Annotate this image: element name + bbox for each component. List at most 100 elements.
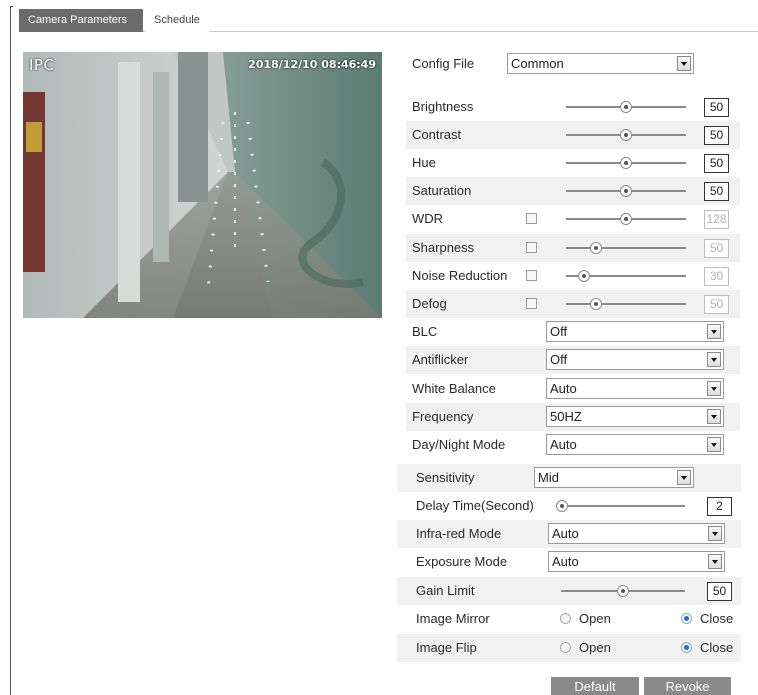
image-flip-label: Image Flip (416, 640, 477, 655)
day-night-mode-value: Auto (550, 437, 577, 453)
chevron-down-icon (707, 408, 721, 424)
defog-row: Defog 50 (406, 289, 740, 318)
defog-checkbox[interactable] (526, 297, 537, 309)
radio-icon (681, 613, 692, 624)
tab-camera-parameters[interactable]: Camera Parameters (19, 9, 143, 32)
brightness-slider[interactable] (566, 101, 686, 113)
delay-time-label: Delay Time(Second) (416, 498, 534, 513)
antiflicker-label: Antiflicker (412, 352, 469, 368)
image-flip-row: Image Flip Open Close (397, 634, 741, 662)
hue-row: Hue 50 (406, 149, 740, 177)
wdr-slider[interactable] (566, 213, 686, 226)
config-file-row: Config File Common (406, 50, 740, 78)
white-balance-value: Auto (550, 380, 577, 396)
config-file-label: Config File (412, 56, 475, 71)
contrast-row: Contrast 50 (406, 121, 740, 150)
infrared-mode-select[interactable]: Auto (548, 523, 725, 544)
brightness-slider-handle[interactable] (620, 101, 632, 113)
gain-limit-label: Gain Limit (416, 583, 475, 598)
hue-value[interactable]: 50 (704, 154, 729, 174)
contrast-slider-handle[interactable] (620, 129, 632, 142)
delay-time-slider-handle[interactable] (556, 500, 568, 512)
delay-time-row: Delay Time(Second) 2 (397, 492, 741, 520)
saturation-row: Saturation 50 (406, 177, 740, 206)
default-button[interactable]: Default (551, 677, 639, 695)
gain-limit-slider-handle[interactable] (617, 585, 629, 597)
defog-slider-handle[interactable] (590, 297, 602, 310)
sharpness-value[interactable]: 50 (704, 238, 729, 258)
image-mirror-close-label: Close (700, 611, 734, 626)
noise-reduction-slider[interactable] (566, 269, 686, 282)
exposure-mode-label: Exposure Mode (416, 554, 508, 569)
white-balance-select[interactable]: Auto (546, 377, 724, 399)
day-night-mode-select[interactable]: Auto (546, 434, 724, 456)
frequency-row: Frequency 50HZ (406, 402, 740, 431)
chevron-down-icon (707, 352, 721, 368)
blc-label: BLC (412, 324, 438, 339)
chevron-down-icon (708, 554, 722, 569)
contrast-value[interactable]: 50 (704, 126, 729, 146)
image-flip-close-radio[interactable]: Close (681, 641, 733, 655)
sharpness-row: Sharpness 50 (406, 233, 740, 262)
revoke-button[interactable]: Revoke (644, 677, 731, 695)
image-mirror-close-radio[interactable]: Close (681, 612, 733, 626)
antiflicker-select[interactable]: Off (546, 349, 724, 371)
noise-reduction-checkbox[interactable] (526, 269, 537, 281)
exposure-mode-select[interactable]: Auto (548, 551, 725, 572)
defog-value[interactable]: 50 (704, 294, 729, 314)
hue-slider-handle[interactable] (620, 157, 632, 170)
sharpness-checkbox[interactable] (526, 241, 537, 253)
brightness-row: Brightness 50 (406, 93, 740, 121)
sensitivity-select[interactable]: Mid (534, 467, 694, 488)
blc-value: Off (550, 324, 568, 339)
day-night-mode-row: Day/Night Mode Auto (406, 431, 740, 459)
chevron-down-icon (707, 437, 721, 453)
corridor-image (23, 52, 382, 318)
contrast-slider[interactable] (566, 129, 686, 142)
blc-select[interactable]: Off (546, 321, 724, 342)
image-flip-open-label: Open (579, 640, 611, 655)
delay-time-slider[interactable] (556, 500, 685, 512)
image-mirror-open-radio[interactable]: Open (560, 612, 611, 626)
blc-row: BLC Off (406, 318, 740, 346)
config-file-value: Common (511, 56, 564, 71)
wdr-slider-handle[interactable] (620, 213, 632, 226)
wdr-checkbox[interactable] (526, 213, 537, 225)
image-flip-close-label: Close (700, 640, 734, 655)
infrared-mode-row: Infra-red Mode Auto (397, 520, 741, 548)
osd-camera-name: IPC (29, 56, 55, 74)
saturation-slider-handle[interactable] (620, 185, 632, 198)
frequency-label: Frequency (412, 408, 474, 424)
page-bracket (10, 6, 13, 695)
hue-slider[interactable] (566, 157, 686, 170)
delay-time-value[interactable]: 2 (707, 497, 732, 516)
tab-schedule[interactable]: Schedule (145, 9, 209, 32)
gain-limit-slider[interactable] (561, 585, 685, 597)
brightness-value[interactable]: 50 (704, 98, 729, 117)
saturation-slider[interactable] (566, 185, 686, 198)
image-flip-open-radio[interactable]: Open (560, 641, 611, 655)
sensitivity-row: Sensitivity Mid (397, 464, 741, 492)
settings-panel: Config File Common Brightness 50 Contrast 5… (397, 0, 758, 695)
hue-label: Hue (412, 155, 436, 171)
radio-icon (681, 642, 692, 653)
saturation-value[interactable]: 50 (704, 182, 729, 202)
noise-reduction-value[interactable]: 30 (704, 266, 729, 286)
defog-label: Defog (412, 295, 447, 311)
wdr-label: WDR (412, 211, 444, 227)
antiflicker-row: Antiflicker Off (406, 346, 740, 375)
sharpness-slider[interactable] (566, 241, 686, 254)
sharpness-slider-handle[interactable] (590, 241, 602, 254)
noise-reduction-row: Noise Reduction 30 (406, 262, 740, 290)
white-balance-label: White Balance (412, 380, 496, 396)
wdr-value[interactable]: 128 (704, 210, 729, 230)
white-balance-row: White Balance Auto (406, 375, 740, 403)
gain-limit-value[interactable]: 50 (707, 582, 732, 601)
defog-slider[interactable] (566, 297, 686, 310)
exposure-mode-value: Auto (552, 554, 579, 569)
config-file-select[interactable]: Common (507, 53, 694, 74)
noise-reduction-slider-handle[interactable] (578, 269, 590, 282)
osd-timestamp: 2018/12/10 08:46:49 (248, 58, 376, 71)
frequency-select[interactable]: 50HZ (546, 405, 724, 427)
brightness-label: Brightness (412, 99, 474, 114)
